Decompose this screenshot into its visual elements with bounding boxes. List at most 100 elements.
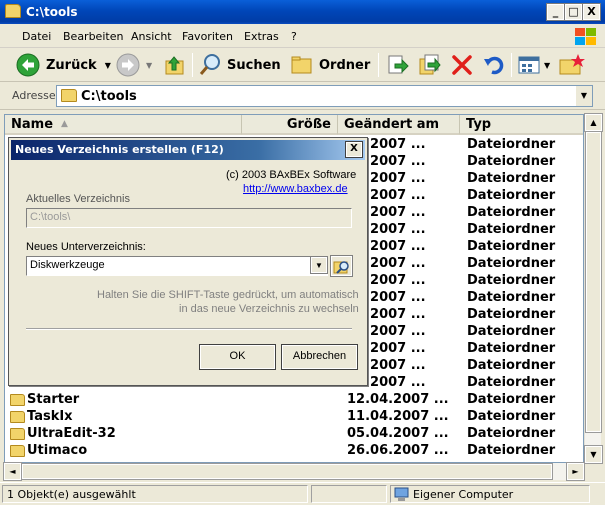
browse-button[interactable] (330, 255, 353, 277)
ok-button[interactable]: OK (199, 344, 276, 370)
row-modified: 26.06.2007 ... (347, 443, 449, 458)
back-button[interactable]: Zurück ▼ (16, 51, 111, 79)
views-button[interactable]: ▼ (517, 51, 550, 79)
row-type: Dateiordner (467, 324, 556, 339)
delete-x-icon (452, 55, 472, 75)
folders-button[interactable]: Ordner (290, 51, 370, 79)
horizontal-scroll-thumb[interactable] (21, 463, 553, 480)
chevron-down-icon: ▼ (590, 450, 597, 459)
folder-up-icon (165, 56, 184, 75)
row-type: Dateiordner (467, 307, 556, 322)
new-directory-dialog[interactable]: Neues Verzeichnis erstellen (F12) X (c) … (8, 137, 368, 386)
status-empty-cell (311, 485, 387, 503)
hint-line-2: in das neue Verzeichnis zu wechseln (179, 303, 359, 315)
horizontal-scrollbar[interactable]: ◄ ► (3, 462, 585, 481)
move-to-icon (388, 55, 409, 74)
address-dropdown-button[interactable]: ▼ (575, 86, 592, 106)
row-type: Dateiordner (467, 273, 556, 288)
search-label: Suchen (227, 57, 281, 73)
vertical-scrollbar[interactable]: ▲ ▼ (584, 113, 603, 464)
row-type: Dateiordner (467, 205, 556, 220)
row-name: UltraEdit-32 (27, 426, 116, 441)
row-name: TaskIx (27, 409, 73, 424)
undo-button[interactable] (482, 51, 506, 79)
search-button[interactable]: Suchen (198, 51, 281, 79)
chevron-left-icon: ◄ (9, 467, 16, 476)
chevron-down-icon[interactable]: ▼ (105, 61, 111, 70)
toolbar: Zurück ▼ ▼ Suchen Ordner ▼ (0, 48, 605, 82)
computer-icon (394, 487, 409, 501)
scroll-left-button[interactable]: ◄ (3, 462, 22, 481)
window-titlebar[interactable]: C:\tools _ □ X (0, 0, 605, 24)
delete-button[interactable] (450, 51, 474, 79)
address-value: C:\tools (81, 89, 137, 104)
row-type: Dateiordner (467, 375, 556, 390)
table-row[interactable]: Starter 12.04.2007 ... Dateiordner (5, 392, 583, 409)
table-row[interactable]: UltraEdit-32 05.04.2007 ... Dateiordner (5, 426, 583, 443)
menu-help[interactable]: ? (291, 30, 297, 43)
table-row[interactable]: TaskIx 11.04.2007 ... Dateiordner (5, 409, 583, 426)
new-subdir-input[interactable]: Diskwerkzeuge ▼ (26, 256, 328, 276)
new-subdir-label: Neues Unterverzeichnis: (26, 241, 146, 253)
folder-icon (61, 89, 77, 102)
folder-icon (10, 445, 25, 457)
address-input[interactable]: C:\tools ▼ (56, 85, 593, 107)
folder-search-icon (333, 261, 349, 274)
menu-favoriten[interactable]: Favoriten (182, 30, 233, 43)
folders-label: Ordner (319, 57, 371, 73)
row-type: Dateiordner (467, 392, 556, 407)
chevron-down-icon[interactable]: ▼ (310, 256, 328, 274)
row-name: Utimaco (27, 443, 88, 458)
row-type: Dateiordner (467, 137, 556, 152)
current-dir-field: C:\tools\ (26, 208, 352, 228)
menu-bearbeiten[interactable]: Bearbeiten (63, 30, 123, 43)
folder-icon (10, 411, 25, 423)
row-modified: 11.04.2007 ... (347, 409, 449, 424)
chevron-right-icon: ► (572, 467, 579, 476)
window-title: C:\tools (26, 5, 78, 19)
dialog-titlebar[interactable]: Neues Verzeichnis erstellen (F12) (11, 140, 365, 160)
table-row[interactable]: Utimaco 26.06.2007 ... Dateiordner (5, 443, 583, 460)
sort-ascending-icon: ▲ (61, 119, 68, 129)
dialog-divider (26, 328, 352, 330)
minimize-button[interactable]: _ (546, 3, 565, 21)
scroll-right-button[interactable]: ► (566, 462, 585, 481)
row-type: Dateiordner (467, 409, 556, 424)
menu-ansicht[interactable]: Ansicht (131, 30, 172, 43)
scroll-down-button[interactable]: ▼ (584, 445, 603, 464)
menu-datei[interactable]: Datei (22, 30, 51, 43)
status-bar: 1 Objekt(e) ausgewählt Eigener Computer (0, 482, 605, 505)
column-header-type[interactable]: Typ (460, 115, 583, 135)
column-label: Name (11, 117, 54, 132)
cancel-button[interactable]: Abbrechen (281, 344, 358, 370)
column-header-name[interactable]: Name ▲ (5, 115, 242, 135)
row-type: Dateiordner (467, 426, 556, 441)
dialog-close-button[interactable]: X (345, 141, 363, 158)
forward-button[interactable]: ▼ (116, 51, 152, 79)
copy-to-icon (419, 54, 441, 75)
chevron-down-icon[interactable]: ▼ (544, 61, 550, 70)
vertical-scroll-thumb[interactable] (585, 131, 602, 433)
close-button[interactable]: X (582, 3, 601, 21)
folders-icon (291, 56, 312, 74)
dialog-website-link[interactable]: http://www.baxbex.de (243, 183, 348, 195)
column-header-modified[interactable]: Geändert am (338, 115, 460, 135)
column-header-size[interactable]: Größe (242, 115, 338, 135)
move-to-button[interactable] (386, 51, 410, 79)
maximize-button[interactable]: □ (564, 3, 583, 21)
row-modified: 05.04.2007 ... (347, 426, 449, 441)
chevron-up-icon: ▲ (590, 118, 597, 127)
address-bar: Adresse C:\tools ▼ (0, 82, 605, 110)
new-folder-button[interactable] (558, 51, 586, 79)
undo-icon (484, 56, 504, 75)
address-label: Adresse (12, 89, 56, 102)
new-folder-icon (559, 54, 585, 75)
row-type: Dateiordner (467, 188, 556, 203)
menu-extras[interactable]: Extras (244, 30, 279, 43)
up-folder-button[interactable] (164, 51, 186, 79)
chevron-down-icon[interactable]: ▼ (146, 61, 152, 70)
row-type: Dateiordner (467, 239, 556, 254)
copy-to-button[interactable] (418, 51, 442, 79)
row-type: Dateiordner (467, 171, 556, 186)
scroll-up-button[interactable]: ▲ (584, 113, 603, 132)
